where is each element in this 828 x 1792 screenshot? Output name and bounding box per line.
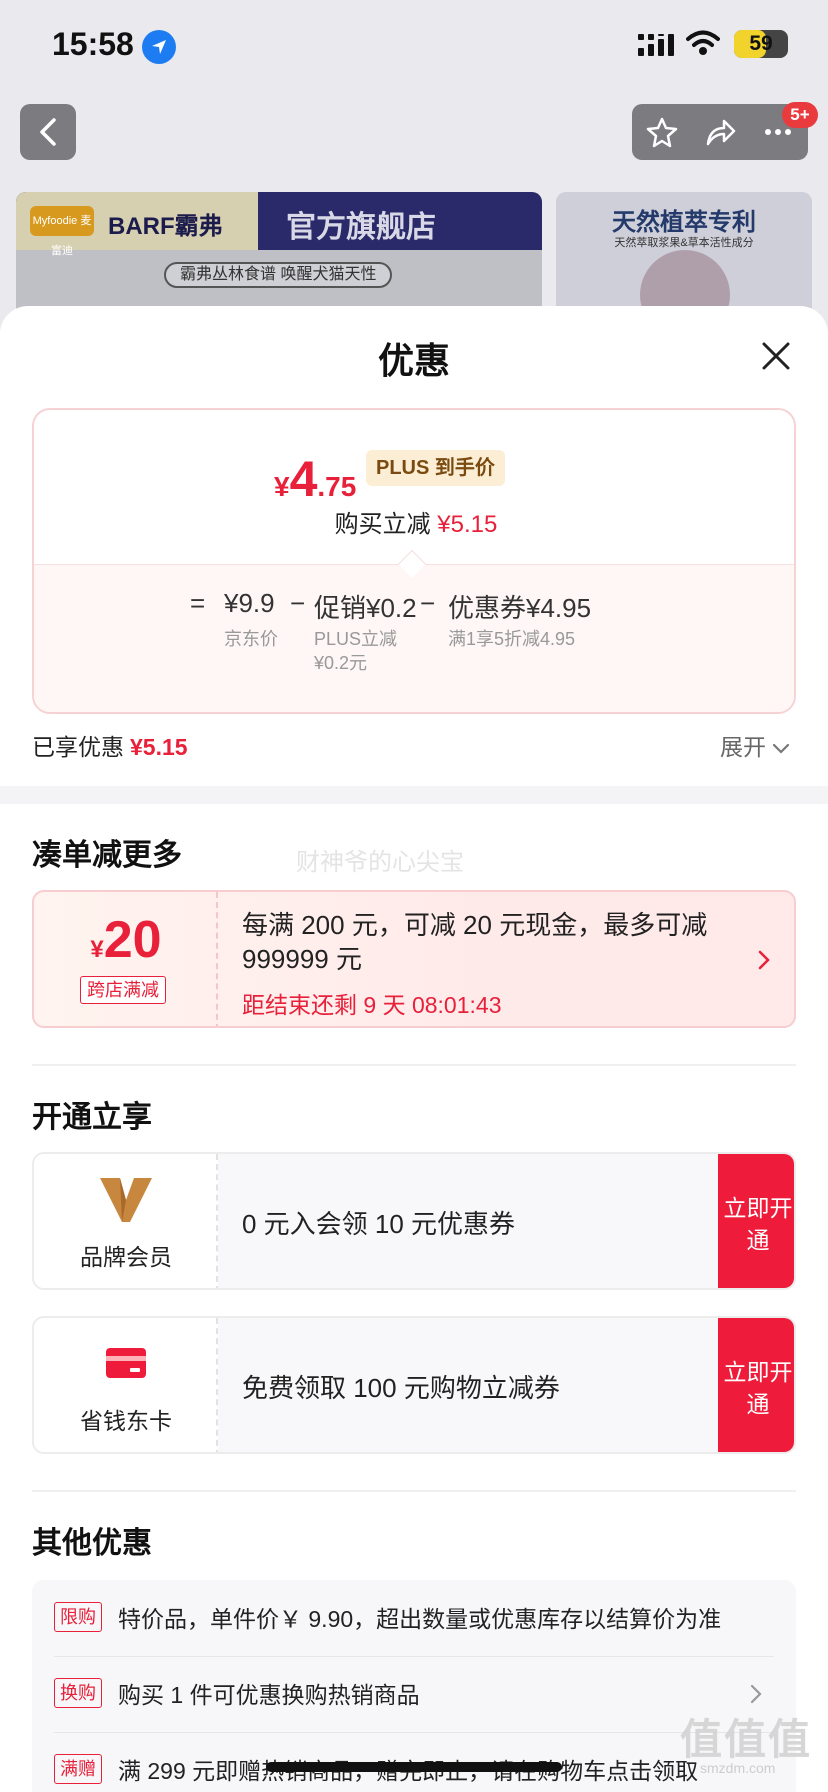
- user-watermark: 财神爷的心尖宝: [296, 849, 464, 876]
- jd-price: ¥9.9: [224, 588, 275, 618]
- myfoodie-logo: Myfoodie 麦富迪: [30, 206, 94, 257]
- brand-member-left: 品牌会员: [34, 1154, 218, 1288]
- jd-card-left: 省钱东卡: [34, 1318, 218, 1452]
- back-button[interactable]: [20, 104, 76, 160]
- equals-sign: =: [190, 588, 206, 618]
- promo-label: PLUS立减: [314, 629, 398, 649]
- battery-indicator: 59: [734, 30, 788, 58]
- offer-text: 特价品，单件价￥ 9.90，超出数量或优惠库存以结算价为准: [118, 1606, 722, 1632]
- final-price-integer: 4: [289, 451, 318, 507]
- plus-price-tag: PLUS 到手价: [366, 450, 505, 486]
- promo-amount: 促销¥0.2: [314, 593, 417, 623]
- status-time: 15:58: [52, 26, 134, 62]
- section-divider: [0, 786, 828, 804]
- price-breakdown-card: ¥4.75 PLUS 到手价 购买立减 ¥5.15 = ¥9.9 京东价 − 促…: [32, 408, 796, 714]
- brand-member-v-icon: [100, 1178, 152, 1222]
- promo-label-amount: ¥0.2元: [314, 653, 368, 673]
- instant-discount-row: 购买立减 ¥5.15: [34, 504, 794, 539]
- offer-tag: 换购: [54, 1678, 102, 1708]
- enjoyed-discount-value: ¥5.15: [130, 734, 188, 760]
- instant-discount-value: ¥5.15: [437, 511, 498, 538]
- offer-tag: 满赠: [54, 1754, 102, 1784]
- star-icon[interactable]: [646, 116, 678, 148]
- store-banner-subtitle: 霸弗丛林食谱 唤醒犬猫天性: [164, 262, 393, 288]
- battery-percent: 59: [749, 32, 773, 55]
- chevron-right-icon: [750, 1684, 762, 1704]
- minus-sign-1: −: [290, 588, 306, 618]
- brand-member-card[interactable]: 品牌会员 0 元入会领 10 元优惠券 立即开通: [32, 1152, 796, 1290]
- home-indicator: [266, 1762, 562, 1772]
- coupon-value: ¥20: [34, 910, 218, 970]
- location-arrow-icon: [142, 30, 176, 64]
- site-watermark: 值值值: [680, 1716, 813, 1763]
- brand-member-activate-button[interactable]: 立即开通: [718, 1154, 794, 1288]
- final-price-currency: ¥: [274, 471, 290, 502]
- close-icon[interactable]: [756, 336, 796, 376]
- coupon-currency: ¥: [90, 936, 104, 963]
- coupon-amount-area: ¥20 跨店满减: [34, 892, 218, 1026]
- offer-tag: 限购: [54, 1602, 102, 1632]
- discount-sheet: 优惠 ¥4.75 PLUS 到手价 购买立减 ¥5.15 = ¥9.9 京东价 …: [0, 306, 828, 1792]
- cross-store-coupon[interactable]: ¥20 跨店满减 每满 200 元，可减 20 元现金，最多可减 999999 …: [32, 890, 796, 1028]
- card-icon: [106, 1348, 146, 1378]
- store-banner-title: 官方旗舰店: [286, 211, 436, 244]
- list-item[interactable]: 换购 购买 1 件可优惠换购热销商品: [54, 1656, 774, 1732]
- expand-label: 展开: [720, 734, 766, 760]
- jd-card-activate-button[interactable]: 立即开通: [718, 1318, 794, 1452]
- message-count-badge: 5+: [782, 102, 818, 128]
- jd-card-name: 省钱东卡: [80, 1408, 172, 1434]
- offer-text: 购买 1 件可优惠换购热销商品: [118, 1682, 420, 1708]
- brand-member-name: 品牌会员: [80, 1244, 172, 1270]
- divider: [32, 1064, 796, 1066]
- chevron-left-icon: [40, 118, 56, 146]
- store-banner: Myfoodie 麦富迪 BARF霸弗 官方旗舰店 霸弗丛林食谱 唤醒犬猫天性: [16, 192, 542, 312]
- coupon-description: 每满 200 元，可减 20 元现金，最多可减 999999 元: [242, 910, 708, 974]
- share-icon[interactable]: [704, 116, 736, 148]
- divider: [32, 1490, 796, 1492]
- side-banner-subtitle: 天然萃取浆果&草本活性成分: [614, 237, 754, 249]
- side-banner-title: 天然植萃专利: [612, 209, 756, 236]
- brand-member-offer: 0 元入会领 10 元优惠券: [242, 1209, 516, 1239]
- coupon-amount: 优惠券¥4.95: [448, 593, 592, 623]
- barf-logo: BARF霸弗: [108, 213, 223, 240]
- coupon-label: 满1享5折减4.95: [448, 629, 576, 649]
- banner-header: Myfoodie 麦富迪 BARF霸弗 官方旗舰店: [16, 192, 542, 257]
- site-watermark-domain: smzdm.com: [700, 1760, 776, 1776]
- section-title-open: 开通立享: [32, 1101, 152, 1134]
- coupon-number: 20: [103, 911, 162, 969]
- chevron-right-icon: [758, 950, 770, 970]
- enjoyed-discount: 已享优惠 ¥5.15: [32, 728, 188, 762]
- jd-price-label: 京东价: [224, 629, 278, 649]
- wifi-icon: [686, 30, 720, 55]
- expand-button[interactable]: 展开: [720, 728, 790, 762]
- chevron-down-icon: [772, 743, 790, 754]
- background-product-page: 15:58 59 5+ Myfoodie 麦富迪 BARF霸弗 官方旗舰店 霸弗…: [0, 0, 828, 330]
- list-item: 限购 特价品，单件价￥ 9.90，超出数量或优惠库存以结算价为准: [54, 1580, 774, 1656]
- minus-sign-2: −: [420, 588, 436, 618]
- final-price: ¥4.75: [274, 450, 356, 508]
- section-title-combine: 凑单减更多: [32, 839, 182, 872]
- status-bar: 15:58 59: [0, 0, 828, 92]
- enjoyed-discount-label: 已享优惠: [32, 734, 124, 760]
- final-price-decimal: .75: [317, 471, 357, 502]
- price-calc-area: [34, 564, 794, 712]
- coupon-type-tag: 跨店满减: [80, 976, 166, 1004]
- jd-card-member-card[interactable]: 省钱东卡 免费领取 100 元购物立减券 立即开通: [32, 1316, 796, 1454]
- cellular-signal-icon: [638, 34, 674, 56]
- sheet-title: 优惠: [377, 340, 450, 381]
- jd-card-offer: 免费领取 100 元购物立减券: [242, 1373, 560, 1403]
- coupon-countdown: 距结束还剩 9 天 08:01:43: [242, 992, 502, 1018]
- section-title-other: 其他优惠: [32, 1527, 152, 1560]
- instant-discount-label: 购买立减: [334, 511, 431, 538]
- brand-logo-area: Myfoodie 麦富迪 BARF霸弗: [16, 192, 258, 257]
